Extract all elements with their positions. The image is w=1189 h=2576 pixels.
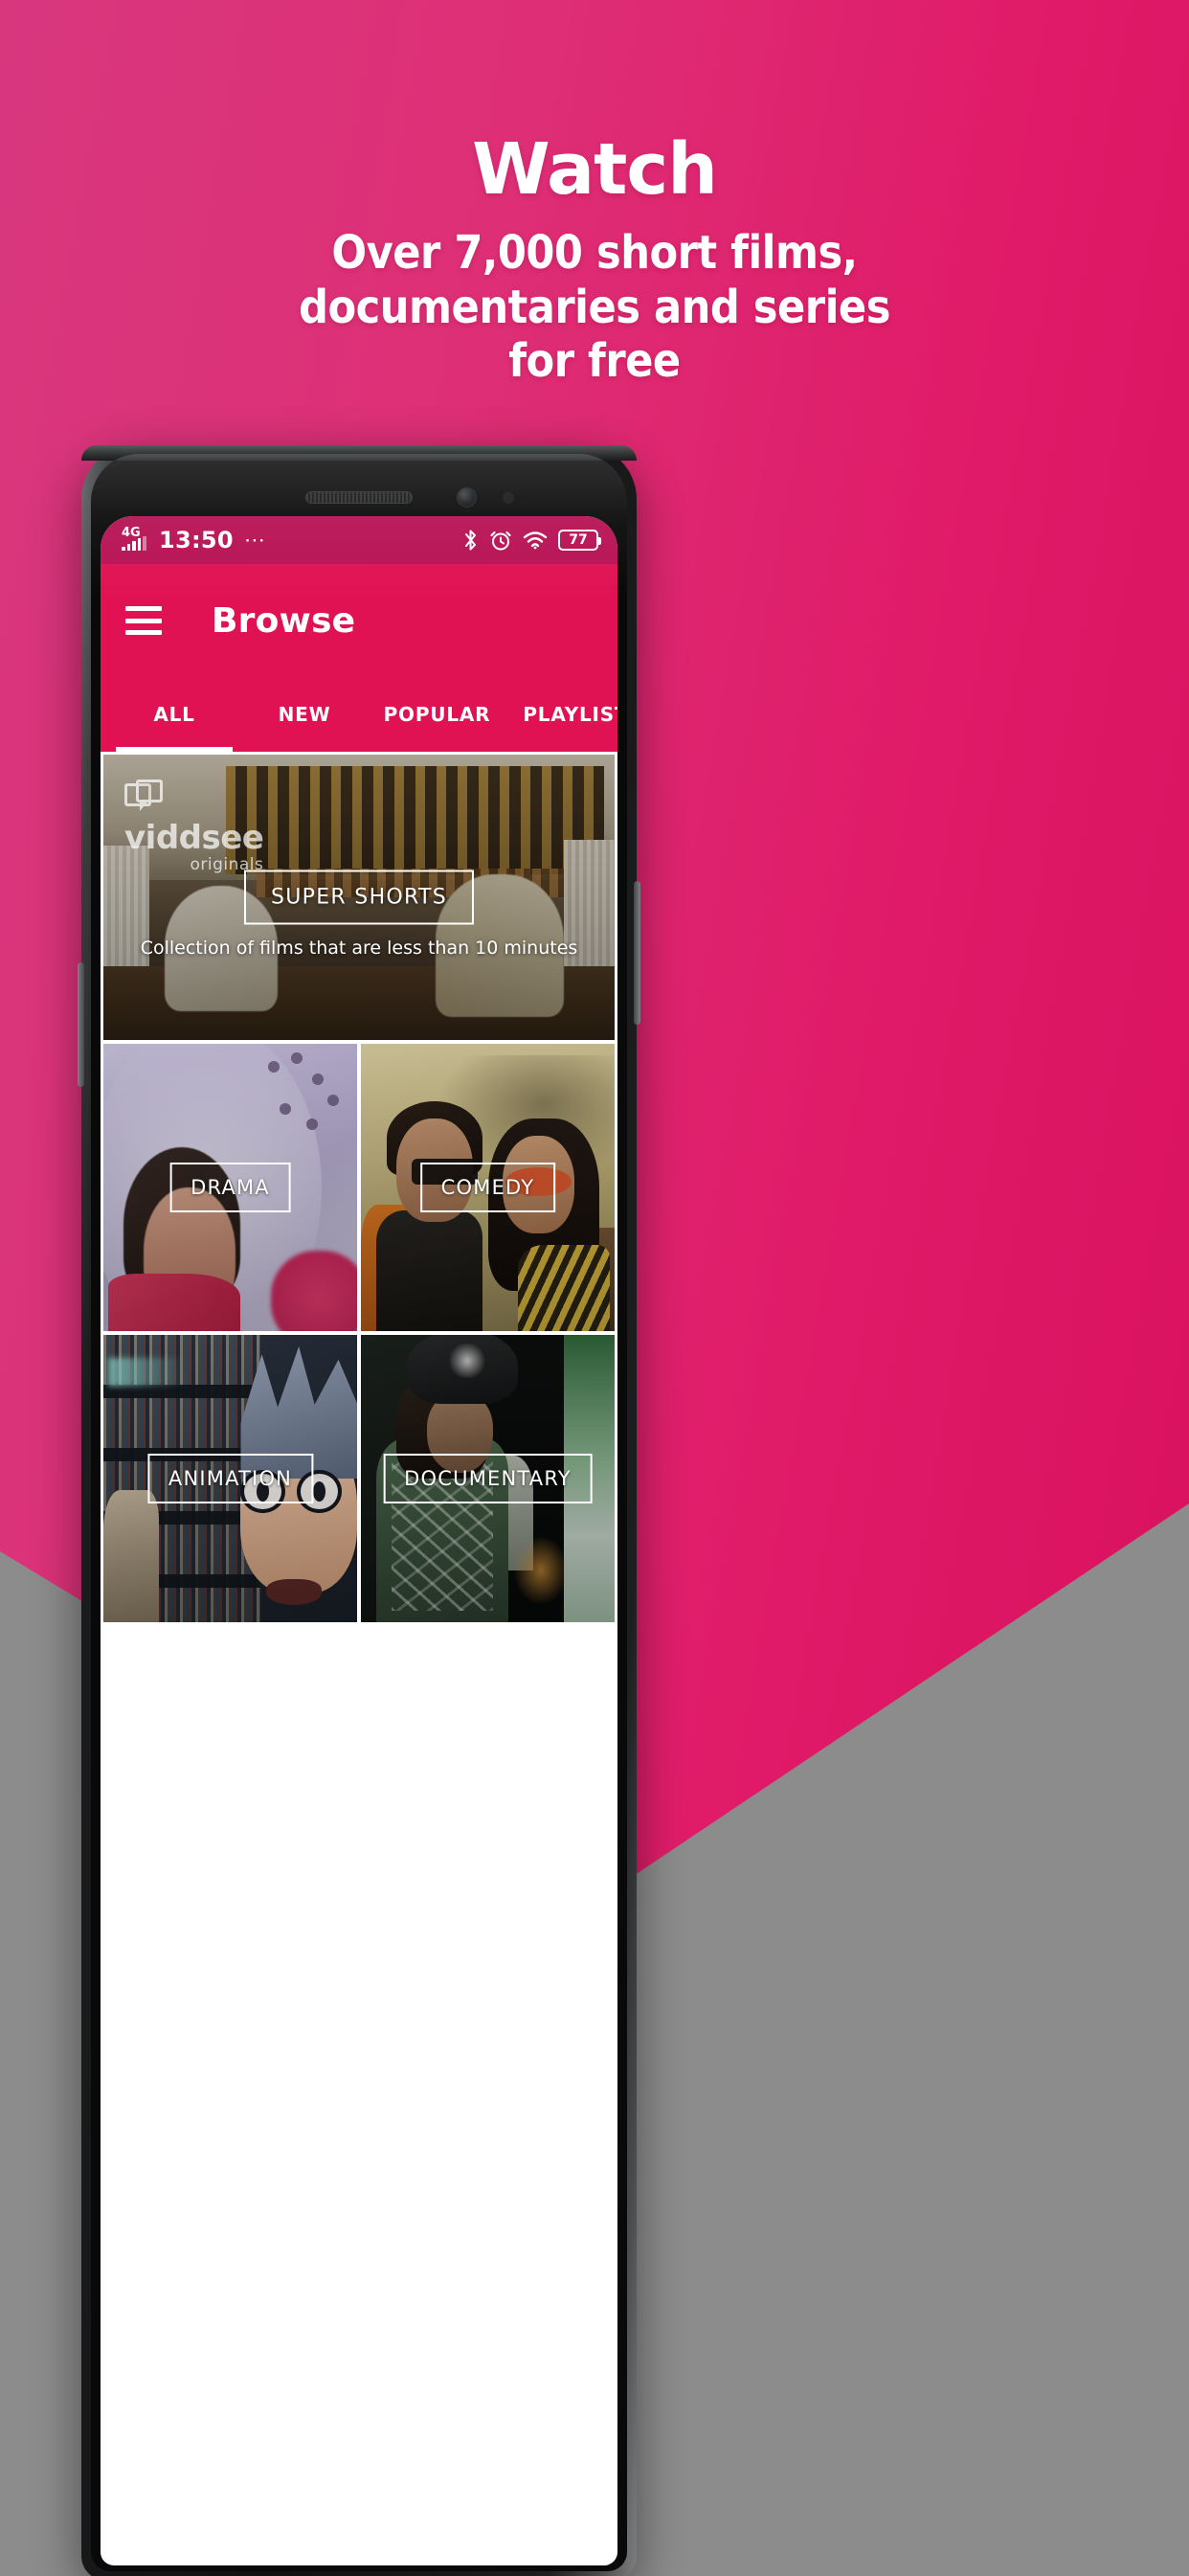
featured-category-label: SUPER SHORTS	[243, 870, 475, 925]
phone-top-edge	[81, 445, 637, 461]
bluetooth-icon	[465, 530, 476, 551]
tab-bar: ALL NEW POPULAR PLAYLISTS	[101, 677, 617, 752]
category-card-comedy[interactable]: COMEDY	[361, 1044, 615, 1331]
app-bar: Browse	[101, 564, 617, 677]
category-card-documentary[interactable]: DOCUMENTARY	[361, 1335, 615, 1622]
viddsee-logo-icon	[124, 780, 168, 820]
battery-icon: 77	[558, 530, 601, 551]
earpiece-speaker-icon	[305, 491, 413, 504]
tab-new[interactable]: NEW	[246, 677, 363, 752]
viddsee-wordmark: viddsee	[124, 819, 264, 857]
status-bar: 4G 13:50 ⋯ 77	[101, 516, 617, 564]
browse-content: viddsee originals SUPER SHORTS Collectio…	[101, 755, 617, 1622]
tab-all[interactable]: ALL	[102, 677, 246, 752]
category-label-drama: DRAMA	[169, 1163, 291, 1212]
wifi-icon	[523, 531, 548, 550]
power-button[interactable]	[78, 962, 84, 1087]
front-camera-icon	[457, 487, 477, 508]
phone-mockup: 4G 13:50 ⋯ 77 Browse ALL NEW POPULAR PLA…	[78, 445, 640, 2576]
category-grid-row-2: ANIMATION DOCUMENTARY	[103, 1335, 615, 1622]
category-label-animation: ANIMATION	[146, 1454, 314, 1503]
battery-level-label: 77	[569, 532, 588, 548]
tab-playlists[interactable]: PLAYLISTS	[511, 677, 617, 752]
phone-screen: 4G 13:50 ⋯ 77 Browse ALL NEW POPULAR PLA…	[101, 516, 617, 2565]
viddsee-originals-label: originals	[190, 855, 264, 874]
promo-subtitle-line-1: Over 7,000 short films,	[331, 226, 858, 280]
status-bar-clock: 13:50	[159, 527, 234, 554]
viddsee-originals-watermark: viddsee originals	[124, 780, 264, 875]
tab-popular[interactable]: POPULAR	[363, 677, 511, 752]
proximity-sensor-icon	[503, 492, 514, 504]
category-card-animation[interactable]: ANIMATION	[103, 1335, 357, 1622]
notification-overflow-icon: ⋯	[243, 528, 266, 552]
category-card-drama[interactable]: DRAMA	[103, 1044, 357, 1331]
volume-button[interactable]	[634, 881, 640, 1025]
featured-description: Collection of films that are less than 1…	[140, 937, 578, 959]
hamburger-menu-icon[interactable]	[125, 606, 162, 635]
promo-headline-block: Watch Over 7,000 short films, documentar…	[0, 134, 1189, 389]
category-grid-row-1: DRAMA COMEDY	[103, 1044, 615, 1331]
cellular-signal-icon: 4G	[122, 527, 150, 553]
category-label-comedy: COMEDY	[419, 1163, 556, 1212]
status-bar-left: 4G 13:50 ⋯	[122, 527, 266, 554]
status-bar-right: 77	[462, 529, 601, 552]
featured-card[interactable]: viddsee originals SUPER SHORTS Collectio…	[103, 755, 615, 1040]
promo-subtitle-line-3: for free	[508, 334, 681, 389]
page-title: Browse	[212, 600, 356, 641]
promo-subtitle: Over 7,000 short films, documentaries an…	[0, 226, 1189, 389]
category-label-documentary: DOCUMENTARY	[383, 1454, 593, 1503]
promo-subtitle-line-2: documentaries and series	[299, 280, 890, 334]
promo-title: Watch	[472, 128, 718, 211]
alarm-icon	[490, 531, 511, 551]
